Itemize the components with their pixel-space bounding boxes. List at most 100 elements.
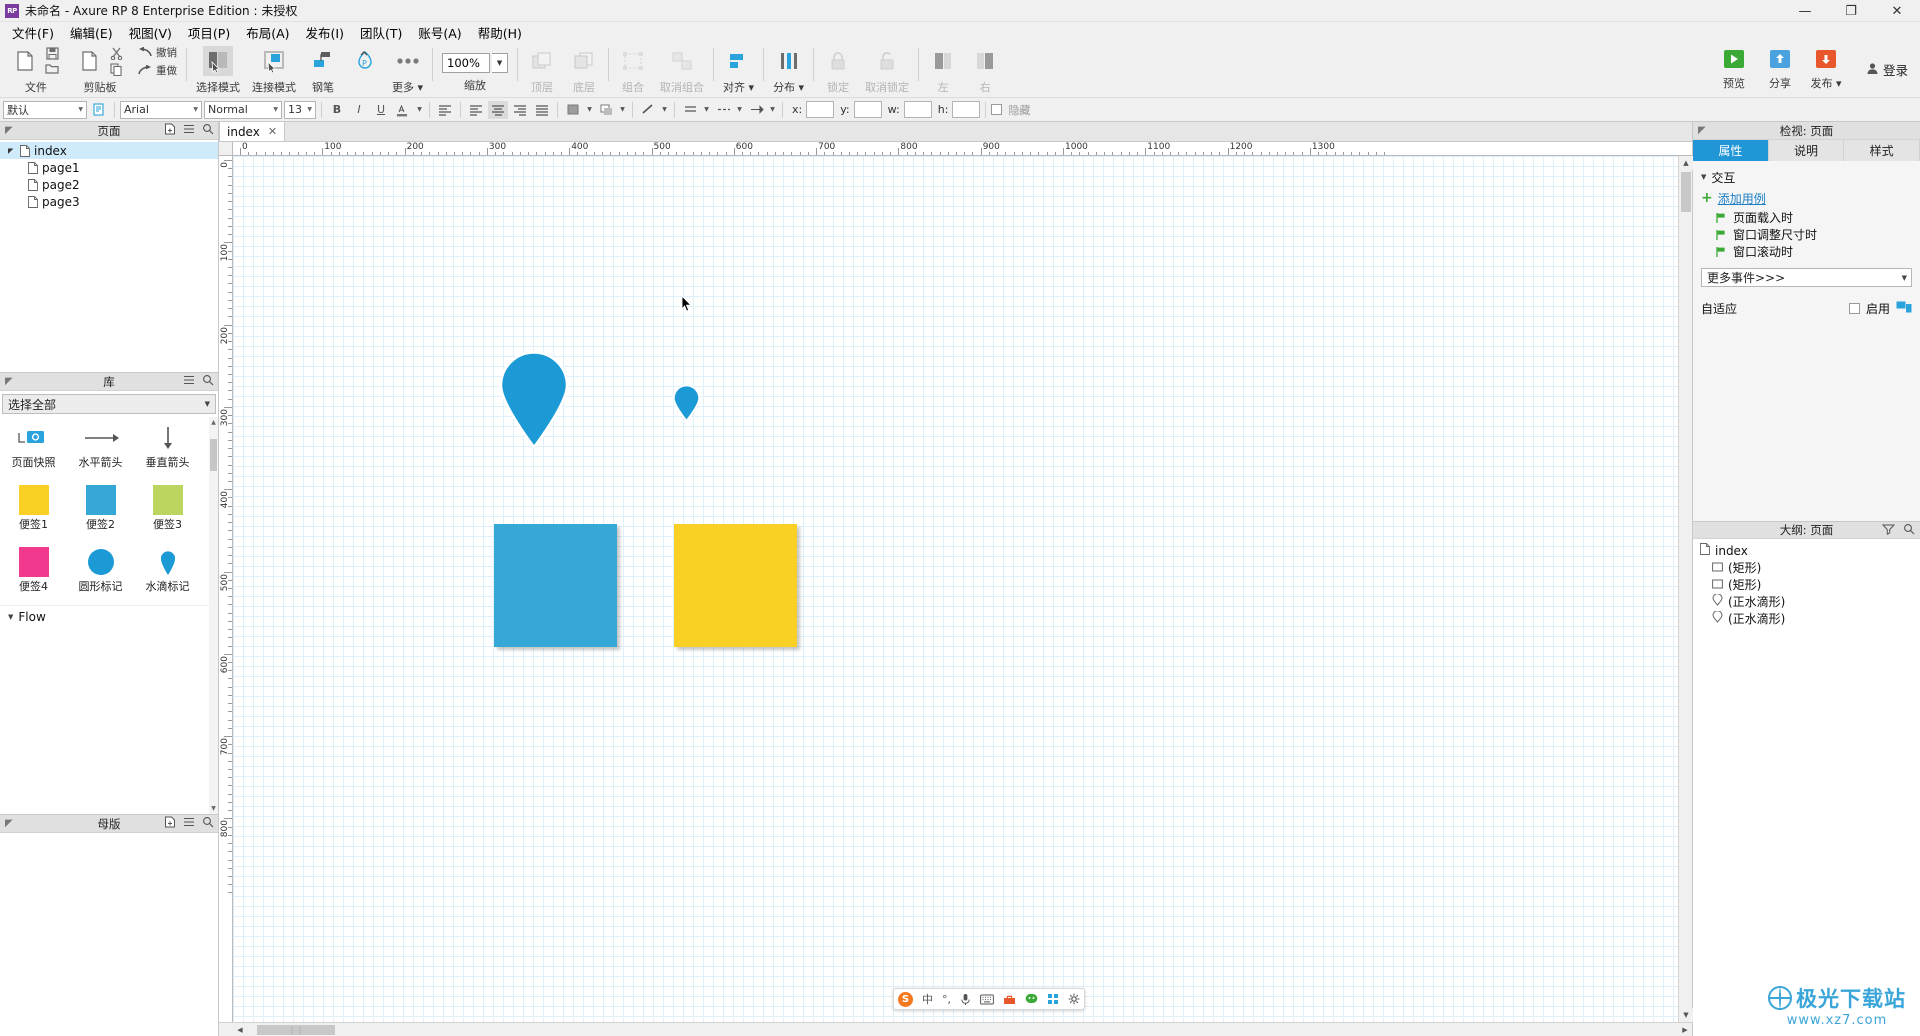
horizontal-scroll-thumb[interactable]: ⋮⋮ xyxy=(257,1025,335,1035)
copy-icon[interactable] xyxy=(106,62,126,77)
library-section-flow[interactable]: ▼ Flow xyxy=(0,605,218,627)
tab-style[interactable]: 样式 xyxy=(1844,140,1920,161)
align-text-justify-button[interactable] xyxy=(532,101,552,119)
menu-layout[interactable]: 布局(A) xyxy=(238,21,297,44)
send-to-back-icon[interactable] xyxy=(569,46,599,76)
close-button[interactable]: ✕ xyxy=(1874,0,1920,22)
group-icon[interactable] xyxy=(618,46,648,76)
page-tree-item-page3[interactable]: page3 xyxy=(0,193,218,210)
bold-button[interactable]: B xyxy=(327,101,347,119)
toolbox-icon[interactable] xyxy=(1003,994,1016,1005)
library-menu-icon[interactable] xyxy=(183,374,195,389)
library-scrollbar[interactable]: ▲ ▼ xyxy=(209,417,218,814)
unlock-icon[interactable] xyxy=(872,46,902,76)
line-style-icon[interactable] xyxy=(713,101,733,119)
tab-notes[interactable]: 说明 xyxy=(1768,140,1845,161)
align-text-right-button[interactable] xyxy=(510,101,530,119)
align-text-left-button[interactable] xyxy=(466,101,486,119)
save-icon[interactable] xyxy=(42,46,62,61)
align-left-button[interactable] xyxy=(435,101,455,119)
library-item-page-snapshot[interactable]: 页面快照 xyxy=(0,419,67,481)
outline-row-droplet-2[interactable]: (正水滴形) xyxy=(1693,610,1920,627)
more-events-dropdown[interactable]: 更多事件>>> ▼ xyxy=(1701,268,1912,287)
h-input[interactable] xyxy=(952,101,981,118)
pen-tool-icon[interactable]: P xyxy=(350,46,380,76)
shape-droplet-large[interactable] xyxy=(495,346,573,453)
library-item-sticky-note-2[interactable]: 便签2 xyxy=(67,481,134,543)
shadow-icon[interactable] xyxy=(596,101,616,119)
align-right-icon[interactable] xyxy=(970,46,1000,76)
interaction-section-header[interactable]: ▼ 交互 xyxy=(1693,167,1920,187)
canvas-tab-index[interactable]: index ✕ xyxy=(219,121,286,141)
shape-rect-blue[interactable] xyxy=(494,524,617,647)
font-weight-select[interactable]: Normal ▼ xyxy=(204,100,282,119)
fill-color-chevron-down-icon[interactable]: ▼ xyxy=(585,101,594,119)
line-color-chevron-down-icon[interactable]: ▼ xyxy=(660,101,669,119)
library-item-droplet-marker[interactable]: 水滴标记 xyxy=(134,543,201,605)
collapse-icon[interactable]: ◤ xyxy=(5,125,13,136)
arrow-style-icon[interactable] xyxy=(746,101,766,119)
ime-mode-chinese[interactable]: 中 xyxy=(922,991,933,1007)
fill-color-icon[interactable] xyxy=(563,101,583,119)
expand-triangle-icon[interactable]: ◤ xyxy=(8,147,18,155)
library-item-vertical-arrow[interactable]: 垂直箭头 xyxy=(134,419,201,481)
style-editor-icon[interactable] xyxy=(89,101,109,119)
zoom-value[interactable]: 100% xyxy=(442,53,491,73)
undo-button[interactable]: 撤销 xyxy=(138,45,177,60)
select-mode-icon[interactable] xyxy=(203,46,233,76)
align-left-icon[interactable] xyxy=(928,46,958,76)
canvas-vertical-scrollbar[interactable]: ▲ ▼ xyxy=(1678,156,1693,1022)
open-folder-icon[interactable] xyxy=(42,62,62,77)
font-size-select[interactable]: 13 ▼ xyxy=(284,100,316,119)
event-window-scroll[interactable]: 窗口滚动时 xyxy=(1693,243,1920,260)
adaptive-manage-icon[interactable] xyxy=(1896,301,1912,316)
pages-menu-icon[interactable] xyxy=(183,123,195,138)
text-color-dropdown-chevron-down-icon[interactable]: ▼ xyxy=(415,101,424,119)
keyboard-icon[interactable] xyxy=(980,994,994,1005)
maximize-button[interactable]: ❐ xyxy=(1828,0,1874,22)
vertical-scroll-thumb[interactable] xyxy=(1681,172,1691,212)
canvas-horizontal-scrollbar[interactable]: ◀ ⋮⋮ ▶ xyxy=(219,1022,1692,1036)
hide-checkbox[interactable] xyxy=(991,104,1003,115)
outline-search-icon[interactable] xyxy=(1903,523,1915,538)
smiley-icon[interactable] xyxy=(1025,993,1038,1005)
line-width-chevron-down-icon[interactable]: ▼ xyxy=(702,101,711,119)
library-item-sticky-note-3[interactable]: 便签3 xyxy=(134,481,201,543)
align-text-center-button[interactable] xyxy=(488,100,508,119)
minimize-button[interactable]: — xyxy=(1782,0,1828,22)
line-color-icon[interactable] xyxy=(638,101,658,119)
masters-search-icon[interactable] xyxy=(202,816,214,831)
outline-row-droplet-1[interactable]: (正水滴形) xyxy=(1693,593,1920,610)
shadow-chevron-down-icon[interactable]: ▼ xyxy=(618,101,627,119)
collapse-icon[interactable]: ◤ xyxy=(5,818,13,829)
library-item-horizontal-arrow[interactable]: 水平箭头 xyxy=(67,419,134,481)
scroll-left-icon[interactable]: ◀ xyxy=(233,1023,247,1036)
sogou-logo-icon[interactable]: S xyxy=(898,991,913,1007)
scroll-down-icon[interactable]: ▼ xyxy=(1679,1008,1693,1022)
page-tree-item-index[interactable]: ◤ index xyxy=(0,142,218,159)
event-page-load[interactable]: 页面载入时 xyxy=(1693,209,1920,226)
more-icon[interactable] xyxy=(393,46,423,76)
menu-view[interactable]: 视图(V) xyxy=(121,21,180,44)
redo-button[interactable]: 重做 xyxy=(138,63,177,78)
menu-help[interactable]: 帮助(H) xyxy=(470,21,530,44)
library-selector[interactable]: 选择全部 ▼ xyxy=(2,394,216,414)
mic-icon[interactable] xyxy=(960,993,971,1006)
add-master-icon[interactable] xyxy=(164,816,176,831)
zoom-dropdown-chevron-down-icon[interactable]: ▼ xyxy=(492,53,509,73)
outline-row-index[interactable]: index xyxy=(1693,542,1920,559)
outline-row-rect-2[interactable]: (矩形) xyxy=(1693,576,1920,593)
library-item-sticky-note-1[interactable]: 便签1 xyxy=(0,481,67,543)
ungroup-icon[interactable] xyxy=(667,46,697,76)
library-scroll-thumb[interactable] xyxy=(210,439,217,471)
collapse-icon[interactable]: ◤ xyxy=(5,376,13,387)
connect-mode-icon[interactable] xyxy=(259,46,289,76)
share-button[interactable]: 分享 xyxy=(1758,49,1802,91)
collapse-icon[interactable]: ◤ xyxy=(1698,125,1706,136)
publish-button[interactable]: 发布 ▾ xyxy=(1804,49,1848,91)
line-style-chevron-down-icon[interactable]: ▼ xyxy=(735,101,744,119)
menu-edit[interactable]: 编辑(E) xyxy=(62,21,121,44)
menu-project[interactable]: 项目(P) xyxy=(180,21,238,44)
adaptive-enable-checkbox[interactable] xyxy=(1848,302,1860,314)
lock-icon[interactable] xyxy=(823,46,853,76)
